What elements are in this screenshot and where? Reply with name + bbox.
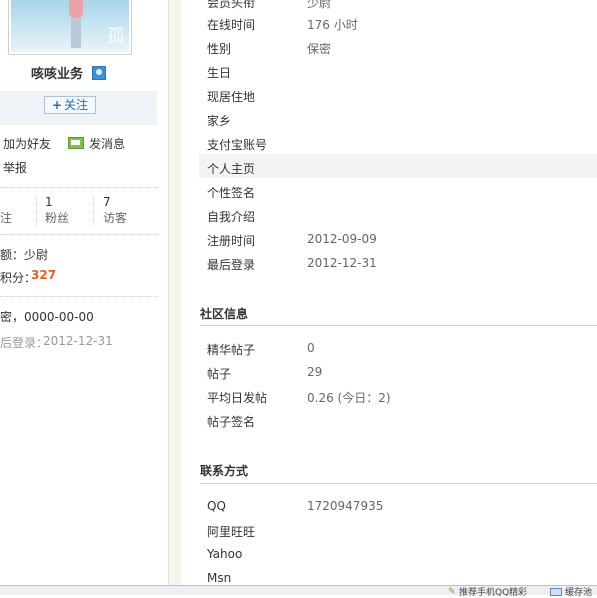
info-label-alipay: 支付宝账号 bbox=[207, 138, 268, 152]
info-value-qq: 1720947935 bbox=[307, 499, 384, 513]
last-login-label: 后登录： bbox=[0, 336, 49, 350]
user-card-icon[interactable] bbox=[92, 66, 106, 80]
stat-label-visitors[interactable]: 访客 bbox=[103, 209, 127, 226]
statusbar-item-cache[interactable]: 缓存池 bbox=[565, 585, 592, 598]
info-label-msn: Msn bbox=[207, 571, 232, 585]
last-login-value: 2012-12-31 bbox=[43, 334, 113, 348]
info-value-posts[interactable]: 29 bbox=[307, 365, 322, 379]
avatar-watermark: 孤 bbox=[107, 26, 125, 47]
stat-value-visitors[interactable]: 7 bbox=[103, 195, 111, 209]
statusbar-item-phone-qq[interactable]: 推荐手机QQ精彩 bbox=[459, 585, 527, 598]
info-label-hometown: 家乡 bbox=[207, 114, 232, 128]
info-value-last-login: 2012-12-31 bbox=[307, 256, 377, 270]
info-value-register-time: 2012-09-09 bbox=[307, 232, 377, 246]
report-link[interactable]: 举报 bbox=[3, 159, 27, 176]
username[interactable]: 咳咳业务 bbox=[31, 63, 83, 82]
info-label-homepage: 个人主页 bbox=[207, 162, 256, 176]
follow-label: 关注 bbox=[64, 98, 89, 112]
info-value-daily-average: 0.26 (今日：2) bbox=[307, 391, 391, 405]
info-label-last-login: 最后登录 bbox=[207, 258, 256, 272]
divider bbox=[0, 234, 158, 235]
section-divider bbox=[200, 325, 597, 326]
stat-separator bbox=[36, 197, 38, 225]
info-label-birthday: 生日 bbox=[207, 66, 232, 80]
avatar-figure-legs bbox=[71, 18, 81, 48]
stat-separator bbox=[93, 197, 95, 225]
info-label-digest-posts: 精华帖子 bbox=[207, 343, 256, 357]
info-label-gender: 性别 bbox=[207, 42, 232, 56]
info-label-signature: 个性签名 bbox=[207, 186, 256, 200]
rank-text: 额：少尉 bbox=[0, 248, 49, 262]
pencil-icon: ✎ bbox=[448, 587, 456, 597]
credits-value: 327 bbox=[31, 268, 57, 282]
info-value-digest-posts: 0 bbox=[307, 341, 315, 355]
info-label-daily-average: 平均日发帖 bbox=[207, 391, 268, 405]
info-label-register-time: 注册时间 bbox=[207, 234, 256, 248]
stat-value-followers[interactable]: 1 bbox=[45, 195, 53, 209]
section-title-contact: 联系方式 bbox=[200, 464, 249, 478]
add-friend-link[interactable]: 加为好友 bbox=[3, 135, 51, 152]
info-label-posts: 帖子 bbox=[207, 367, 232, 381]
plus-icon: + bbox=[51, 98, 63, 112]
info-value-gender: 保密 bbox=[307, 42, 332, 56]
section-divider bbox=[200, 483, 597, 484]
follow-button[interactable]: + 关注 bbox=[44, 96, 96, 114]
avatar-image: 孤 bbox=[11, 0, 129, 52]
section-title-community: 社区信息 bbox=[200, 307, 249, 321]
info-value-title: 少尉 bbox=[307, 0, 332, 10]
info-label-yahoo: Yahoo bbox=[207, 547, 243, 561]
avatar-figure bbox=[69, 0, 83, 18]
message-icon[interactable] bbox=[68, 137, 84, 149]
avatar[interactable]: 孤 bbox=[8, 0, 132, 55]
info-label-post-signature: 帖子签名 bbox=[207, 415, 256, 429]
cache-icon bbox=[550, 588, 562, 596]
divider bbox=[0, 296, 158, 297]
divider bbox=[0, 187, 158, 188]
birthday-text: 密，0000-00-00 bbox=[0, 310, 94, 324]
profile-main: 会员头衔 少尉 在线时间 176 小时 性别 保密 生日 现居住地 家乡 支付宝… bbox=[182, 0, 597, 585]
column-gutter bbox=[169, 0, 181, 585]
info-label-about: 自我介绍 bbox=[207, 210, 256, 224]
row-highlight bbox=[199, 154, 597, 178]
info-label-residence: 现居住地 bbox=[207, 90, 256, 104]
send-message-link[interactable]: 发消息 bbox=[89, 135, 125, 152]
info-label-title: 会员头衔 bbox=[207, 0, 256, 10]
info-label-aliwangwang: 阿里旺旺 bbox=[207, 525, 256, 539]
profile-sidebar: 孤 咳咳业务 + 关注 加为好友 发消息 举报 注 1 粉丝 7 访客 额：少尉 … bbox=[0, 0, 169, 585]
info-value-online-time: 176 小时 bbox=[307, 18, 358, 32]
info-label-qq: QQ bbox=[207, 499, 226, 513]
info-label-online-time: 在线时间 bbox=[207, 18, 256, 32]
stat-label-followers[interactable]: 粉丝 bbox=[45, 209, 69, 226]
stat-label-following[interactable]: 注 bbox=[0, 209, 12, 226]
